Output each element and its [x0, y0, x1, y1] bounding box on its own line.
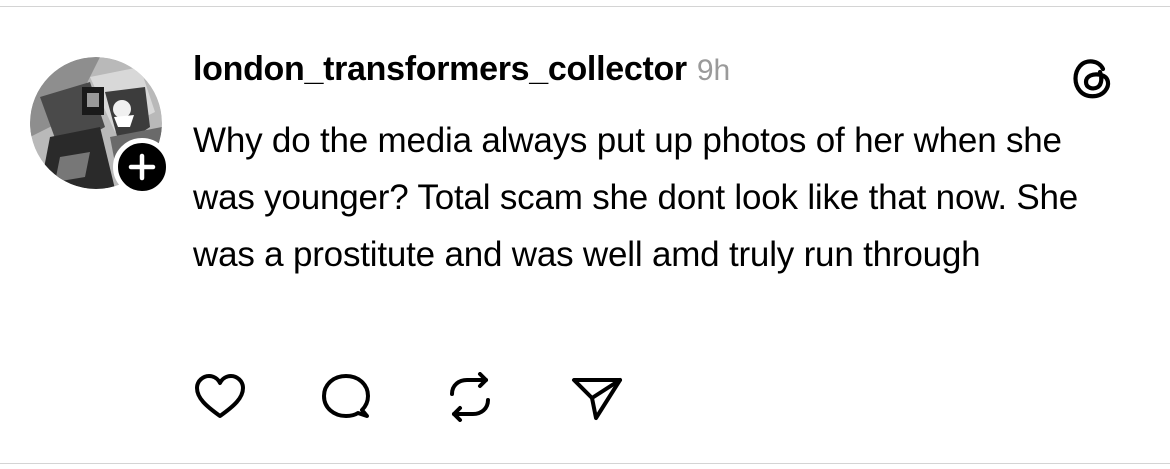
follow-button[interactable] [113, 138, 171, 196]
comment-icon [322, 374, 370, 418]
post-header: london_transformers_collector 9h [193, 50, 730, 96]
top-divider [0, 6, 1170, 7]
timestamp: 9h [696, 54, 731, 87]
heart-icon [195, 374, 245, 418]
plus-icon [128, 153, 156, 181]
username[interactable]: london_transformers_collector [193, 50, 687, 89]
repost-icon [450, 372, 490, 422]
share-icon [572, 378, 622, 420]
like-button[interactable] [192, 372, 248, 422]
share-button[interactable] [568, 372, 624, 422]
repost-button[interactable] [442, 372, 498, 422]
threads-logo-icon [1068, 52, 1118, 102]
bottom-divider [0, 463, 1170, 464]
post-text: Why do the media always put up photos of… [193, 121, 1079, 274]
reply-button[interactable] [318, 372, 374, 422]
